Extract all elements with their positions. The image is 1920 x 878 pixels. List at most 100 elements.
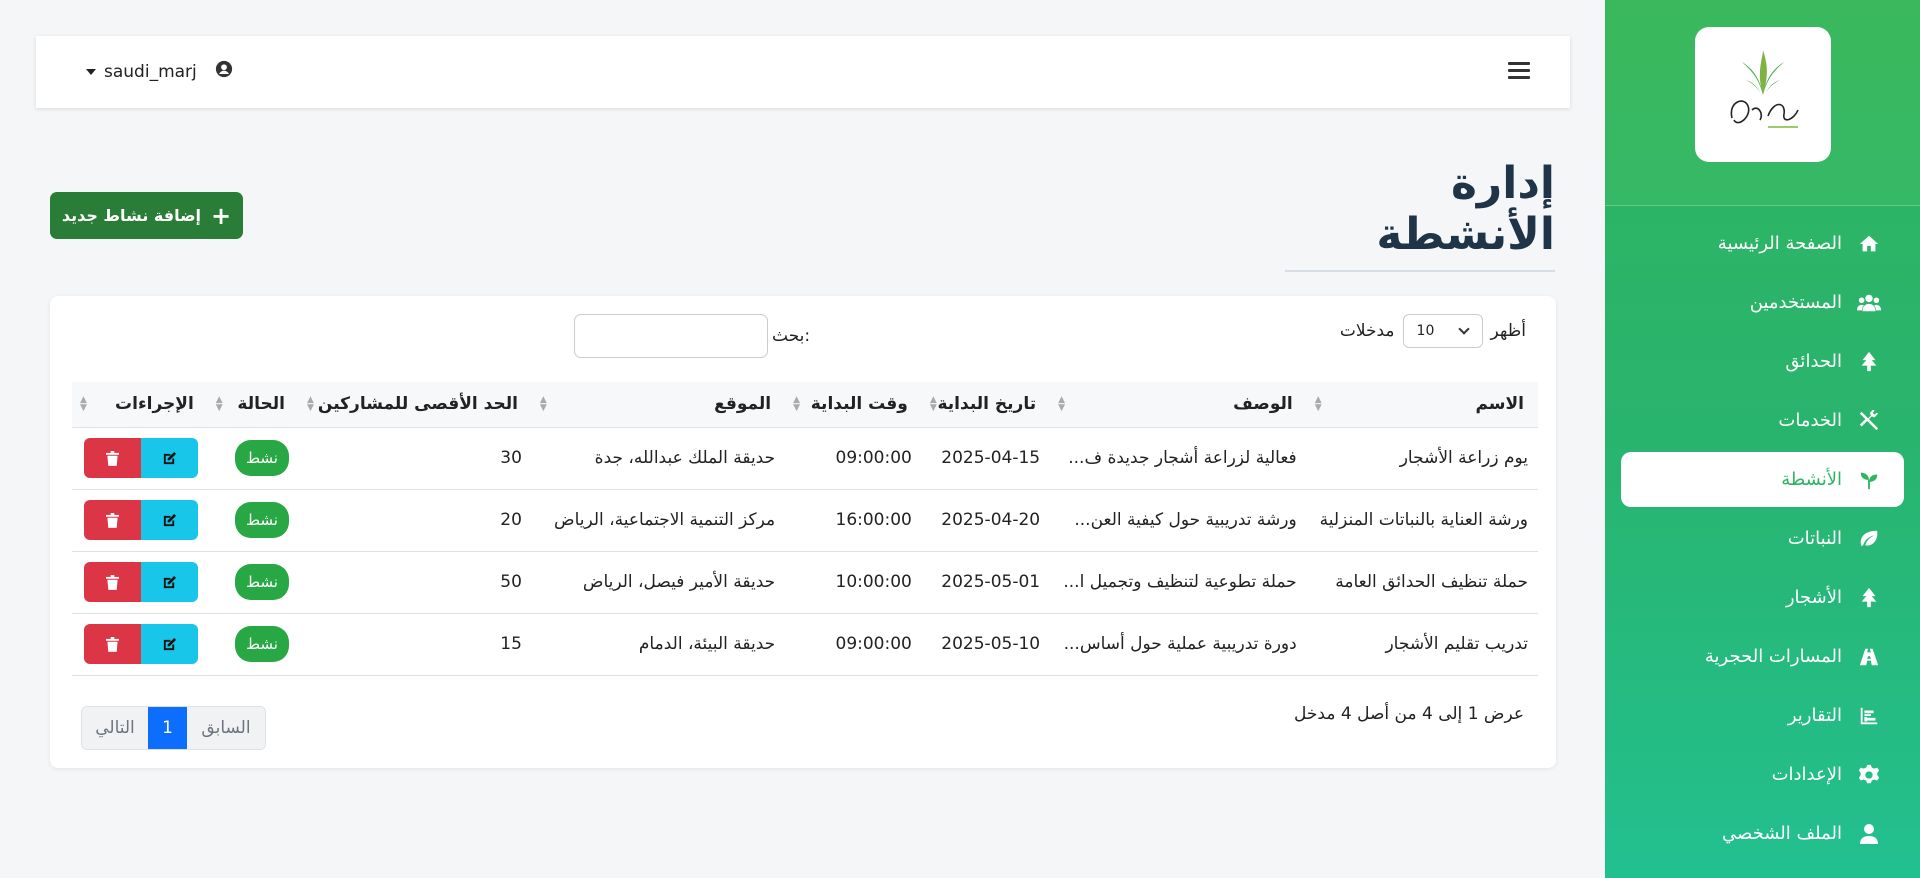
cell-location: حديقة الملك عبدالله، جدة (531, 427, 786, 490)
status-badge: نشط (235, 502, 289, 538)
cell-status: نشط (207, 489, 299, 552)
col-name[interactable]: الاسم ▲ ▼ (1306, 382, 1538, 428)
users-icon (1856, 290, 1882, 316)
length-control: أظهر 10 مدخلات (1340, 314, 1526, 348)
user-circle-icon (215, 60, 233, 83)
delete-button[interactable] (83, 500, 141, 540)
add-activity-label: إضافة نشاط جديد (61, 206, 202, 225)
sidebar-item-3[interactable]: الخدمات (1621, 393, 1904, 448)
sidebar-item-label: الحدائق (1785, 351, 1842, 372)
pagination: التالي 1 السابق (81, 706, 266, 750)
table-row: تدريب تقليم الأشجار دورة تدريبية عملية حو… (72, 613, 1538, 676)
sidebar-item-4[interactable]: الأنشطة (1621, 452, 1904, 507)
delete-button[interactable] (83, 624, 141, 664)
table-row: يوم زراعة الأشجار فعالية لزراعة أشجار جدي… (72, 427, 1538, 490)
entries-label: مدخلات (1339, 321, 1395, 341)
edit-icon (163, 575, 176, 588)
trash-icon (105, 636, 119, 652)
next-page-button[interactable]: التالي (82, 707, 148, 749)
edit-icon (163, 451, 176, 464)
sidebar-item-6[interactable]: الأشجار (1621, 570, 1904, 625)
cell-actions (72, 551, 208, 614)
cell-start-time: 09:00:00 (785, 427, 922, 490)
sidebar-item-label: المستخدمين (1749, 292, 1842, 313)
status-badge: نشط (235, 440, 289, 476)
sidebar-item-label: الإعدادات (1771, 764, 1842, 785)
sort-icon: ▲ ▼ (80, 395, 87, 413)
cell-actions (72, 613, 208, 676)
sidebar-item-5[interactable]: النباتات (1621, 511, 1904, 566)
prev-page-button[interactable]: السابق (187, 707, 265, 749)
page-length-select[interactable]: 10 (1402, 314, 1483, 348)
sidebar: الصفحة الرئيسية المستخدمين الحدائق الخدمات ا… (1605, 0, 1920, 878)
sidebar-item-8[interactable]: التقارير (1621, 688, 1904, 743)
edit-button[interactable] (140, 500, 198, 540)
cell-max-participants: 50 (298, 551, 532, 614)
cell-name: تدريب تقليم الأشجار (1306, 613, 1538, 676)
cell-start-time: 10:00:00 (785, 551, 922, 614)
cell-start-date: 2025-05-10 (921, 613, 1051, 676)
sidebar-item-label: الأشجار (1785, 587, 1842, 608)
col-start-date[interactable]: تاريخ البداية ▲ ▼ (921, 382, 1051, 428)
cell-status: نشط (207, 427, 299, 490)
edit-button[interactable] (140, 624, 198, 664)
delete-button[interactable] (83, 438, 141, 478)
sidebar-item-label: النباتات (1787, 528, 1842, 549)
cell-location: حديقة البيئة، الدمام (531, 613, 786, 676)
plus-icon: + (211, 201, 232, 230)
search-label: بحث: (772, 326, 811, 346)
sidebar-nav: الصفحة الرئيسية المستخدمين الحدائق الخدمات ا… (1605, 216, 1920, 861)
status-badge: نشط (235, 626, 289, 662)
col-actions[interactable]: الإجراءات ▲ ▼ (72, 382, 208, 428)
edit-button[interactable] (140, 438, 198, 478)
sidebar-header (1605, 0, 1920, 206)
sort-icon: ▲ ▼ (539, 395, 547, 413)
edit-button[interactable] (140, 562, 198, 602)
sidebar-item-label: الملف الشخصي (1722, 823, 1842, 844)
col-description[interactable]: الوصف ▲ ▼ (1050, 382, 1307, 428)
cell-start-date: 2025-04-20 (921, 489, 1051, 552)
sidebar-item-1[interactable]: المستخدمين (1621, 275, 1904, 330)
page-1-button[interactable]: 1 (148, 707, 187, 749)
trash-icon (105, 574, 119, 590)
sidebar-item-9[interactable]: الإعدادات (1621, 747, 1904, 802)
table-info: عرض 1 إلى 4 من أصل 4 مدخل (1294, 704, 1524, 724)
add-activity-button[interactable]: إضافة نشاط جديد + (50, 192, 243, 239)
caret-down-icon (86, 68, 96, 75)
gear-icon (1856, 762, 1882, 788)
sidebar-item-label: الخدمات (1778, 410, 1842, 431)
seedling-icon (1856, 467, 1882, 493)
table-header-row: الاسم ▲ ▼ الوصف ▲ ▼ تاريخ البداية ▲ ▼ وقت البد… (72, 382, 1538, 428)
topbar: saudi_marj (36, 36, 1570, 108)
cell-description: دورة تدريبية عملية حول أساس... (1050, 613, 1307, 676)
col-start-time[interactable]: وقت البداية ▲ ▼ (785, 382, 922, 428)
sidebar-item-7[interactable]: المسارات الحجرية (1621, 629, 1904, 684)
sidebar-item-label: الأنشطة (1781, 469, 1842, 490)
search-input[interactable] (574, 314, 768, 358)
menu-toggle-icon[interactable] (1508, 62, 1530, 83)
status-badge: نشط (235, 564, 289, 600)
user-menu[interactable]: saudi_marj (86, 60, 233, 83)
user-icon (1856, 821, 1882, 847)
sort-icon: ▲ ▼ (1314, 395, 1322, 413)
sidebar-item-label: المسارات الحجرية (1704, 646, 1842, 667)
chevron-down-icon (1458, 323, 1471, 335)
sidebar-item-2[interactable]: الحدائق (1621, 334, 1904, 389)
col-max-participants[interactable]: الحد الأقصى للمشاركين ▲ ▼ (298, 382, 532, 428)
cell-name: حملة تنظيف الحدائق العامة (1306, 551, 1538, 614)
leaf-icon (1856, 526, 1882, 552)
chart-icon (1856, 703, 1882, 729)
sidebar-item-0[interactable]: الصفحة الرئيسية (1621, 216, 1904, 271)
col-location[interactable]: الموقع ▲ ▼ (531, 382, 786, 428)
sidebar-item-10[interactable]: الملف الشخصي (1621, 806, 1904, 861)
edit-icon (163, 637, 176, 650)
cell-status: نشط (207, 551, 299, 614)
cell-location: مركز التنمية الاجتماعية، الرياض (531, 489, 786, 552)
cell-start-time: 16:00:00 (785, 489, 922, 552)
col-status[interactable]: الحالة ▲ ▼ (207, 382, 299, 428)
road-icon (1856, 644, 1882, 670)
logo[interactable] (1694, 27, 1831, 162)
tools-icon (1856, 408, 1882, 434)
cell-start-time: 09:00:00 (785, 613, 922, 676)
delete-button[interactable] (83, 562, 141, 602)
